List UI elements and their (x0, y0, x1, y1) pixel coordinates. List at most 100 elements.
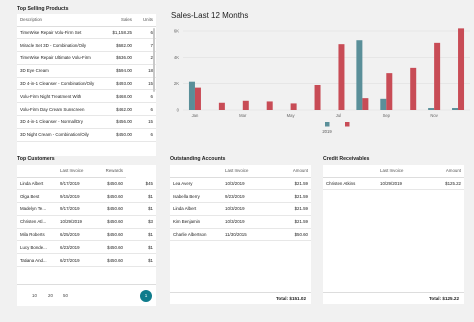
table-cell: $21.59 (277, 215, 311, 229)
table-cell: Tatiana And... (17, 253, 57, 268)
table-cell: 6 (135, 128, 156, 142)
table-cell: $1,158.25 (101, 26, 135, 40)
column-header[interactable]: Rewards (93, 165, 126, 178)
table-row[interactable]: Kim Benjamin 10/3/2019 $21.59 (170, 215, 311, 229)
table-cell: 6/25/2019 (57, 228, 93, 242)
table-row[interactable]: 3D Night Cream - Combination/Oily $450.00… (17, 128, 156, 142)
sales-bar-chart: 0 2K 4K 6K Jan Mar May Jul Sep Nov 2019 (174, 28, 470, 134)
table-row[interactable]: Olga Best 9/15/2019 $450.60 $1 (17, 189, 156, 204)
table-cell: TimeWise Repair Volu-Firm Set (17, 26, 101, 40)
x-tick-label: Nov (430, 113, 438, 118)
table-cell: Olga Best (17, 189, 57, 204)
column-header[interactable] (17, 165, 57, 178)
column-header[interactable]: Amount (433, 165, 464, 178)
receivables-panel: Last Invoice Amount Christen Atkins 10/29/… (323, 165, 464, 304)
bar-series1 (428, 108, 435, 110)
bar-series2 (194, 87, 201, 110)
table-row[interactable]: Linda Albert 9/17/2019 $450.60 $45 (17, 177, 156, 191)
table-cell: $21.59 (277, 177, 311, 191)
table-cell: 9/17/2019 (57, 177, 93, 191)
table-row[interactable]: Volu-Firm Night Treatment With $468.00 6 (17, 89, 156, 104)
table-cell: $450.60 (93, 215, 126, 229)
column-header[interactable] (323, 165, 377, 178)
bar-series2 (410, 67, 417, 110)
column-header[interactable]: Sales (101, 14, 135, 27)
bar-series2 (242, 100, 249, 110)
column-header[interactable] (170, 165, 222, 178)
page-size-50[interactable]: 50 (63, 293, 68, 298)
table-row[interactable]: TimeWise Repair Ultimate Volu-Firm $636.0… (17, 51, 156, 65)
table-cell: $450.00 (101, 128, 135, 142)
table-cell: $3 (126, 215, 156, 229)
column-header[interactable]: Last Invoice (222, 165, 277, 178)
top-selling-panel: Description Sales Units TimeWise Repair Vo… (17, 14, 156, 156)
table-cell: 3D 4-in-1 Cleanser - Normal/Dry (17, 115, 101, 129)
page-1-button[interactable]: 1 (140, 290, 152, 302)
table-header-row: Last Invoice Rewards (17, 165, 156, 178)
top-customers-table: Last Invoice Rewards Linda Albert 9/17/201… (17, 165, 156, 268)
table-row[interactable]: Mila Roberts 6/25/2019 $450.60 $1 (17, 228, 156, 242)
table-row[interactable]: Tatiana And... 6/27/2019 $450.60 $1 (17, 253, 156, 268)
table-cell: $1 (126, 228, 156, 242)
table-row[interactable]: Volu-Firm Day Cream Sunscreen $462.00 6 (17, 102, 156, 117)
table-cell: Christen Atl... (17, 215, 57, 229)
table-cell: $45 (126, 177, 156, 191)
table-cell: $1 (126, 240, 156, 255)
table-cell: $636.00 (101, 51, 135, 65)
column-header[interactable]: Last Invoice (57, 165, 93, 178)
table-cell: 6/23/2019 (57, 240, 93, 255)
table-cell: 3D Night Cream - Combination/Oily (17, 128, 101, 142)
top-customers-title: Top Customers (17, 156, 55, 162)
bar-series1 (380, 98, 387, 110)
table-cell: 10/3/2019 (222, 202, 277, 216)
table-row[interactable]: Lucy Bonde... 6/23/2019 $450.60 $1 (17, 240, 156, 255)
table-row[interactable]: Miracle Set 3D - Combination/Oily $682.00… (17, 38, 156, 53)
table-row[interactable]: Isabella Berry 9/23/2019 $21.59 (170, 189, 311, 204)
table-cell: $450.60 (93, 177, 126, 191)
table-row[interactable]: 3D 4-in-1 Cleanser - Combination/Oily $49… (17, 77, 156, 91)
table-cell: Miracle Set 3D - Combination/Oily (17, 38, 101, 53)
column-header[interactable]: Amount (277, 165, 311, 178)
table-cell: 10/3/2019 (222, 215, 277, 229)
table-cell: $21.59 (277, 189, 311, 204)
bar-series2 (458, 28, 465, 110)
table-row[interactable]: Charlie Albertson 11/30/2015 $50.60 (170, 228, 311, 242)
bar-series2 (362, 98, 369, 110)
table-cell: $1 (126, 189, 156, 204)
table-cell: $468.00 (101, 89, 135, 104)
page-size-20[interactable]: 20 (48, 293, 53, 298)
bar-series1 (188, 81, 195, 110)
table-cell: 3D Eye Cream (17, 64, 101, 78)
table-row[interactable]: Christen Atl... 10/29/2019 $450.60 $3 (17, 215, 156, 229)
table-cell: $450.60 (93, 189, 126, 204)
table-row[interactable]: Lea Avery 10/3/2019 $21.59 (170, 177, 311, 191)
x-tick-label: Jul (336, 113, 341, 118)
bar-series2 (218, 102, 225, 110)
table-row[interactable]: TimeWise Repair Volu-Firm Set $1,158.25 6 (17, 26, 156, 40)
column-header[interactable]: Description (17, 14, 101, 27)
table-row[interactable]: 3D 4-in-1 Cleanser - Normal/Dry $456.00 15 (17, 115, 156, 129)
top-customers-panel: Last Invoice Rewards Linda Albert 9/17/201… (17, 165, 156, 306)
table-row[interactable]: Madelyn Te... 9/17/2019 $450.60 $1 (17, 202, 156, 216)
table-row[interactable]: Christen Atkins 10/29/2019 $125.22 (323, 177, 464, 191)
bar-series2 (266, 101, 273, 110)
page-size-10[interactable]: 10 (32, 293, 37, 298)
table-header-row: Last Invoice Amount (170, 165, 311, 178)
outstanding-table: Last Invoice Amount Lea Avery 10/3/2019 $21… (170, 165, 311, 242)
table-row[interactable]: Linda Albert 10/3/2019 $21.59 (170, 202, 311, 216)
scrollbar[interactable] (153, 28, 155, 92)
pager: 10 20 50 1 (17, 284, 156, 306)
table-cell: 3D 4-in-1 Cleanser - Combination/Oily (17, 77, 101, 91)
bar-series1 (356, 40, 363, 110)
bar-series1 (452, 108, 459, 110)
table-cell: Lea Avery (170, 177, 222, 191)
table-cell: $682.00 (101, 38, 135, 53)
table-cell: Volu-Firm Night Treatment With (17, 89, 101, 104)
table-header-row: Description Sales Units (17, 14, 156, 27)
column-header[interactable]: Units (135, 14, 156, 27)
column-header[interactable]: Last Invoice (377, 165, 433, 178)
table-row[interactable]: 3D Eye Cream $594.00 18 (17, 64, 156, 78)
bar-series2 (314, 84, 321, 110)
table-cell: $125.22 (433, 177, 464, 191)
table-cell: $493.00 (101, 77, 135, 91)
